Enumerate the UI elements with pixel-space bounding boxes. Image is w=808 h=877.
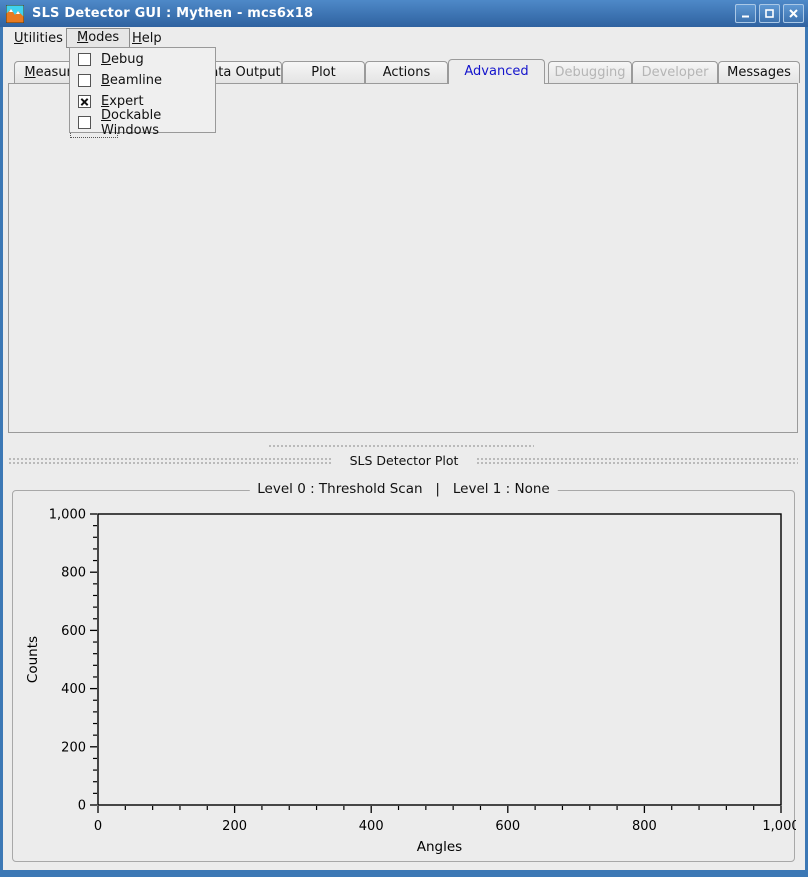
plot-group: Level 0 : Threshold Scan | Level 1 : Non… (12, 490, 795, 862)
app-icon (6, 5, 24, 23)
svg-text:1,000: 1,000 (49, 508, 86, 523)
menu-modes[interactable]: Modes (66, 28, 130, 48)
minimize-icon[interactable] (735, 4, 756, 23)
svg-text:Counts: Counts (25, 636, 41, 683)
svg-text:800: 800 (632, 819, 657, 834)
tab-advanced[interactable]: Advanced (448, 59, 545, 84)
svg-text:Angles: Angles (417, 839, 462, 855)
close-icon[interactable] (783, 4, 804, 23)
svg-text:200: 200 (222, 819, 247, 834)
dockable-windows-checkbox (78, 116, 91, 129)
tab-developer: Developer (632, 61, 718, 83)
menu-help[interactable]: Help (122, 29, 172, 48)
svg-text:400: 400 (359, 819, 384, 834)
plot-title: Level 0 : Threshold Scan | Level 1 : Non… (249, 481, 557, 497)
maximize-icon[interactable] (759, 4, 780, 23)
svg-text:600: 600 (495, 819, 520, 834)
svg-text:1,000: 1,000 (762, 819, 796, 834)
beamline-checkbox (78, 74, 91, 87)
modes-menu-popup: Debug Beamline Expert Dockable Windows (69, 47, 216, 133)
debug-checkbox (78, 53, 91, 66)
svg-text:200: 200 (61, 740, 86, 755)
app-window: SLS Detector GUI : Mythen - mcs6x18 Util… (0, 0, 808, 877)
tab-plot[interactable]: Plot (282, 61, 365, 83)
window-controls (735, 4, 804, 23)
window-title: SLS Detector GUI : Mythen - mcs6x18 (32, 6, 313, 21)
menu-item-beamline[interactable]: Beamline (70, 70, 215, 91)
expert-checkbox (78, 95, 91, 108)
dock-title: SLS Detector Plot (0, 453, 808, 468)
menu-item-dockable-windows[interactable]: Dockable Windows (70, 112, 215, 133)
svg-text:0: 0 (94, 819, 102, 834)
tab-messages[interactable]: Messages (718, 61, 800, 83)
titlebar[interactable]: SLS Detector GUI : Mythen - mcs6x18 (0, 0, 808, 27)
menu-item-debug[interactable]: Debug (70, 49, 215, 70)
svg-text:600: 600 (61, 624, 86, 639)
tab-actions[interactable]: Actions (365, 61, 448, 83)
splitter-handle[interactable] (268, 444, 534, 449)
svg-text:0: 0 (78, 799, 86, 814)
svg-text:400: 400 (61, 682, 86, 697)
plot-canvas: 0 200 400 600 800 1,000 0 200 400 600 800 1,000 Angl… (13, 491, 796, 863)
menu-utilities[interactable]: Utilities (4, 29, 73, 48)
tab-debugging: Debugging (548, 61, 632, 83)
svg-text:800: 800 (61, 566, 86, 581)
